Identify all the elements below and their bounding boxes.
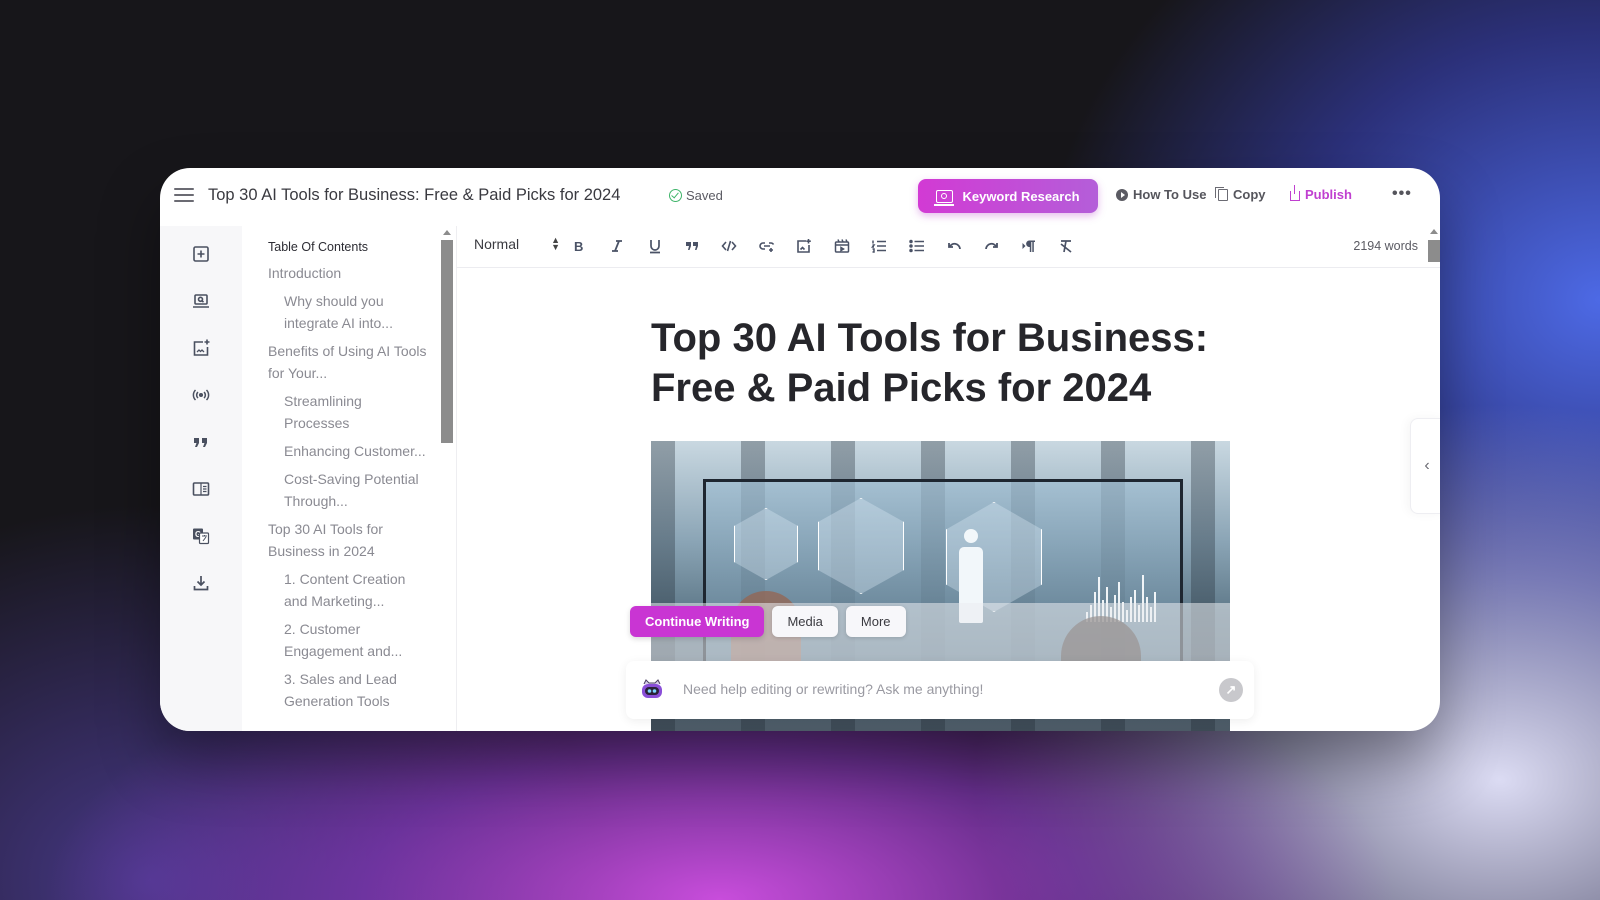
more-button[interactable]: More — [845, 606, 906, 637]
keyword-research-icon[interactable] — [191, 291, 211, 311]
download-icon[interactable] — [191, 573, 211, 593]
toc-list: Introduction Why should you integrate AI … — [268, 262, 428, 718]
bullet-list-icon[interactable] — [907, 236, 927, 256]
toc-item[interactable]: Streamlining Processes — [268, 390, 428, 434]
svg-text:B: B — [574, 239, 583, 254]
translate-icon[interactable]: G — [191, 526, 211, 546]
send-arrow-icon[interactable]: ↗ — [1219, 678, 1243, 702]
text-format-select[interactable]: Normal ▲ ▼ — [474, 235, 560, 253]
toc-item[interactable]: Enhancing Customer... — [268, 440, 428, 462]
layout-icon[interactable] — [191, 479, 211, 499]
toc-item[interactable]: Top 30 AI Tools for Business in 2024 — [268, 518, 428, 562]
hamburger-menu-icon[interactable] — [174, 188, 194, 204]
insert-image-icon[interactable] — [794, 236, 814, 256]
how-to-use-button[interactable]: How To Use — [1116, 187, 1206, 202]
copy-button[interactable]: Copy — [1215, 186, 1266, 202]
save-status: Saved — [669, 188, 723, 203]
top-bar: Top 30 AI Tools for Business: Free & Pai… — [160, 168, 1440, 226]
keyword-research-label: Keyword Research — [962, 188, 1080, 204]
text-direction-icon[interactable] — [1019, 236, 1039, 256]
toc-item[interactable]: 3. Sales and Lead Generation Tools — [268, 668, 428, 712]
tool-rail: G — [160, 226, 242, 731]
add-block-icon[interactable] — [191, 244, 211, 264]
toc-scroll-thumb[interactable] — [441, 240, 453, 443]
undo-icon[interactable] — [944, 236, 964, 256]
ai-ask-box: ↗ — [626, 661, 1254, 719]
toc-scrollbar[interactable] — [438, 226, 453, 731]
toc-item[interactable]: Benefits of Using AI Tools for Your... — [268, 340, 428, 384]
toc-item[interactable]: Cost-Saving Potential Through... — [268, 468, 428, 512]
toc-item[interactable]: 2. Customer Engagement and... — [268, 618, 428, 662]
link-icon[interactable] — [757, 236, 777, 256]
article-title[interactable]: Top 30 AI Tools for Business: Free & Pai… — [651, 313, 1251, 413]
divider — [456, 226, 457, 731]
share-upload-icon — [1290, 185, 1300, 201]
broadcast-icon[interactable] — [191, 385, 211, 405]
toc-item[interactable]: 1. Content Creation and Marketing... — [268, 568, 428, 612]
add-image-icon[interactable] — [191, 338, 211, 358]
keyword-research-button[interactable]: Keyword Research — [918, 179, 1098, 213]
document-title[interactable]: Top 30 AI Tools for Business: Free & Pai… — [208, 186, 620, 205]
save-status-label: Saved — [686, 188, 723, 203]
clear-format-icon[interactable] — [1056, 236, 1076, 256]
toc-title: Table Of Contents — [268, 240, 369, 254]
play-icon — [1116, 188, 1128, 201]
check-circle-icon — [669, 189, 682, 202]
how-to-use-label: How To Use — [1133, 187, 1207, 202]
redo-icon[interactable] — [982, 236, 1002, 256]
editor-window: Top 30 AI Tools for Business: Free & Pai… — [160, 168, 1440, 731]
continue-writing-button[interactable]: Continue Writing — [630, 606, 765, 637]
chevron-left-icon: ‹ — [1424, 457, 1430, 474]
ai-action-row: Continue Writing Media More — [630, 606, 906, 637]
scroll-up-arrow-icon[interactable] — [443, 230, 451, 235]
copy-icon — [1215, 186, 1228, 201]
publish-label: Publish — [1305, 187, 1352, 202]
publish-button[interactable]: Publish — [1290, 185, 1352, 202]
blockquote-icon[interactable] — [682, 236, 702, 256]
robot-assistant-icon — [640, 678, 664, 700]
toc-item[interactable]: Why should you integrate AI into... — [268, 290, 428, 334]
select-updown-icon: ▲ ▼ — [551, 235, 560, 252]
more-options-icon[interactable]: ••• — [1392, 185, 1412, 203]
media-button[interactable]: Media — [772, 606, 838, 637]
insert-video-icon[interactable] — [832, 236, 852, 256]
ai-ask-input[interactable] — [683, 678, 1183, 700]
word-count: 2194 words — [1353, 239, 1418, 253]
quote-icon[interactable] — [191, 432, 211, 452]
editor-toolbar: Normal ▲ ▼ B 2194 words — [457, 226, 1440, 268]
bold-icon[interactable]: B — [569, 236, 589, 256]
toc-item[interactable]: Introduction — [268, 262, 428, 284]
italic-icon[interactable] — [607, 236, 627, 256]
code-icon[interactable] — [719, 236, 739, 256]
underline-icon[interactable] — [645, 236, 665, 256]
laptop-search-icon — [934, 189, 955, 206]
collapse-panel-button[interactable]: ‹ — [1410, 418, 1440, 514]
editor-scroll-thumb[interactable] — [1428, 240, 1440, 262]
scroll-up-arrow-icon[interactable] — [1430, 229, 1438, 234]
ordered-list-icon[interactable] — [869, 236, 889, 256]
text-format-value: Normal — [474, 236, 520, 252]
copy-label: Copy — [1233, 187, 1266, 202]
table-of-contents: Table Of Contents Introduction Why should… — [242, 226, 438, 731]
